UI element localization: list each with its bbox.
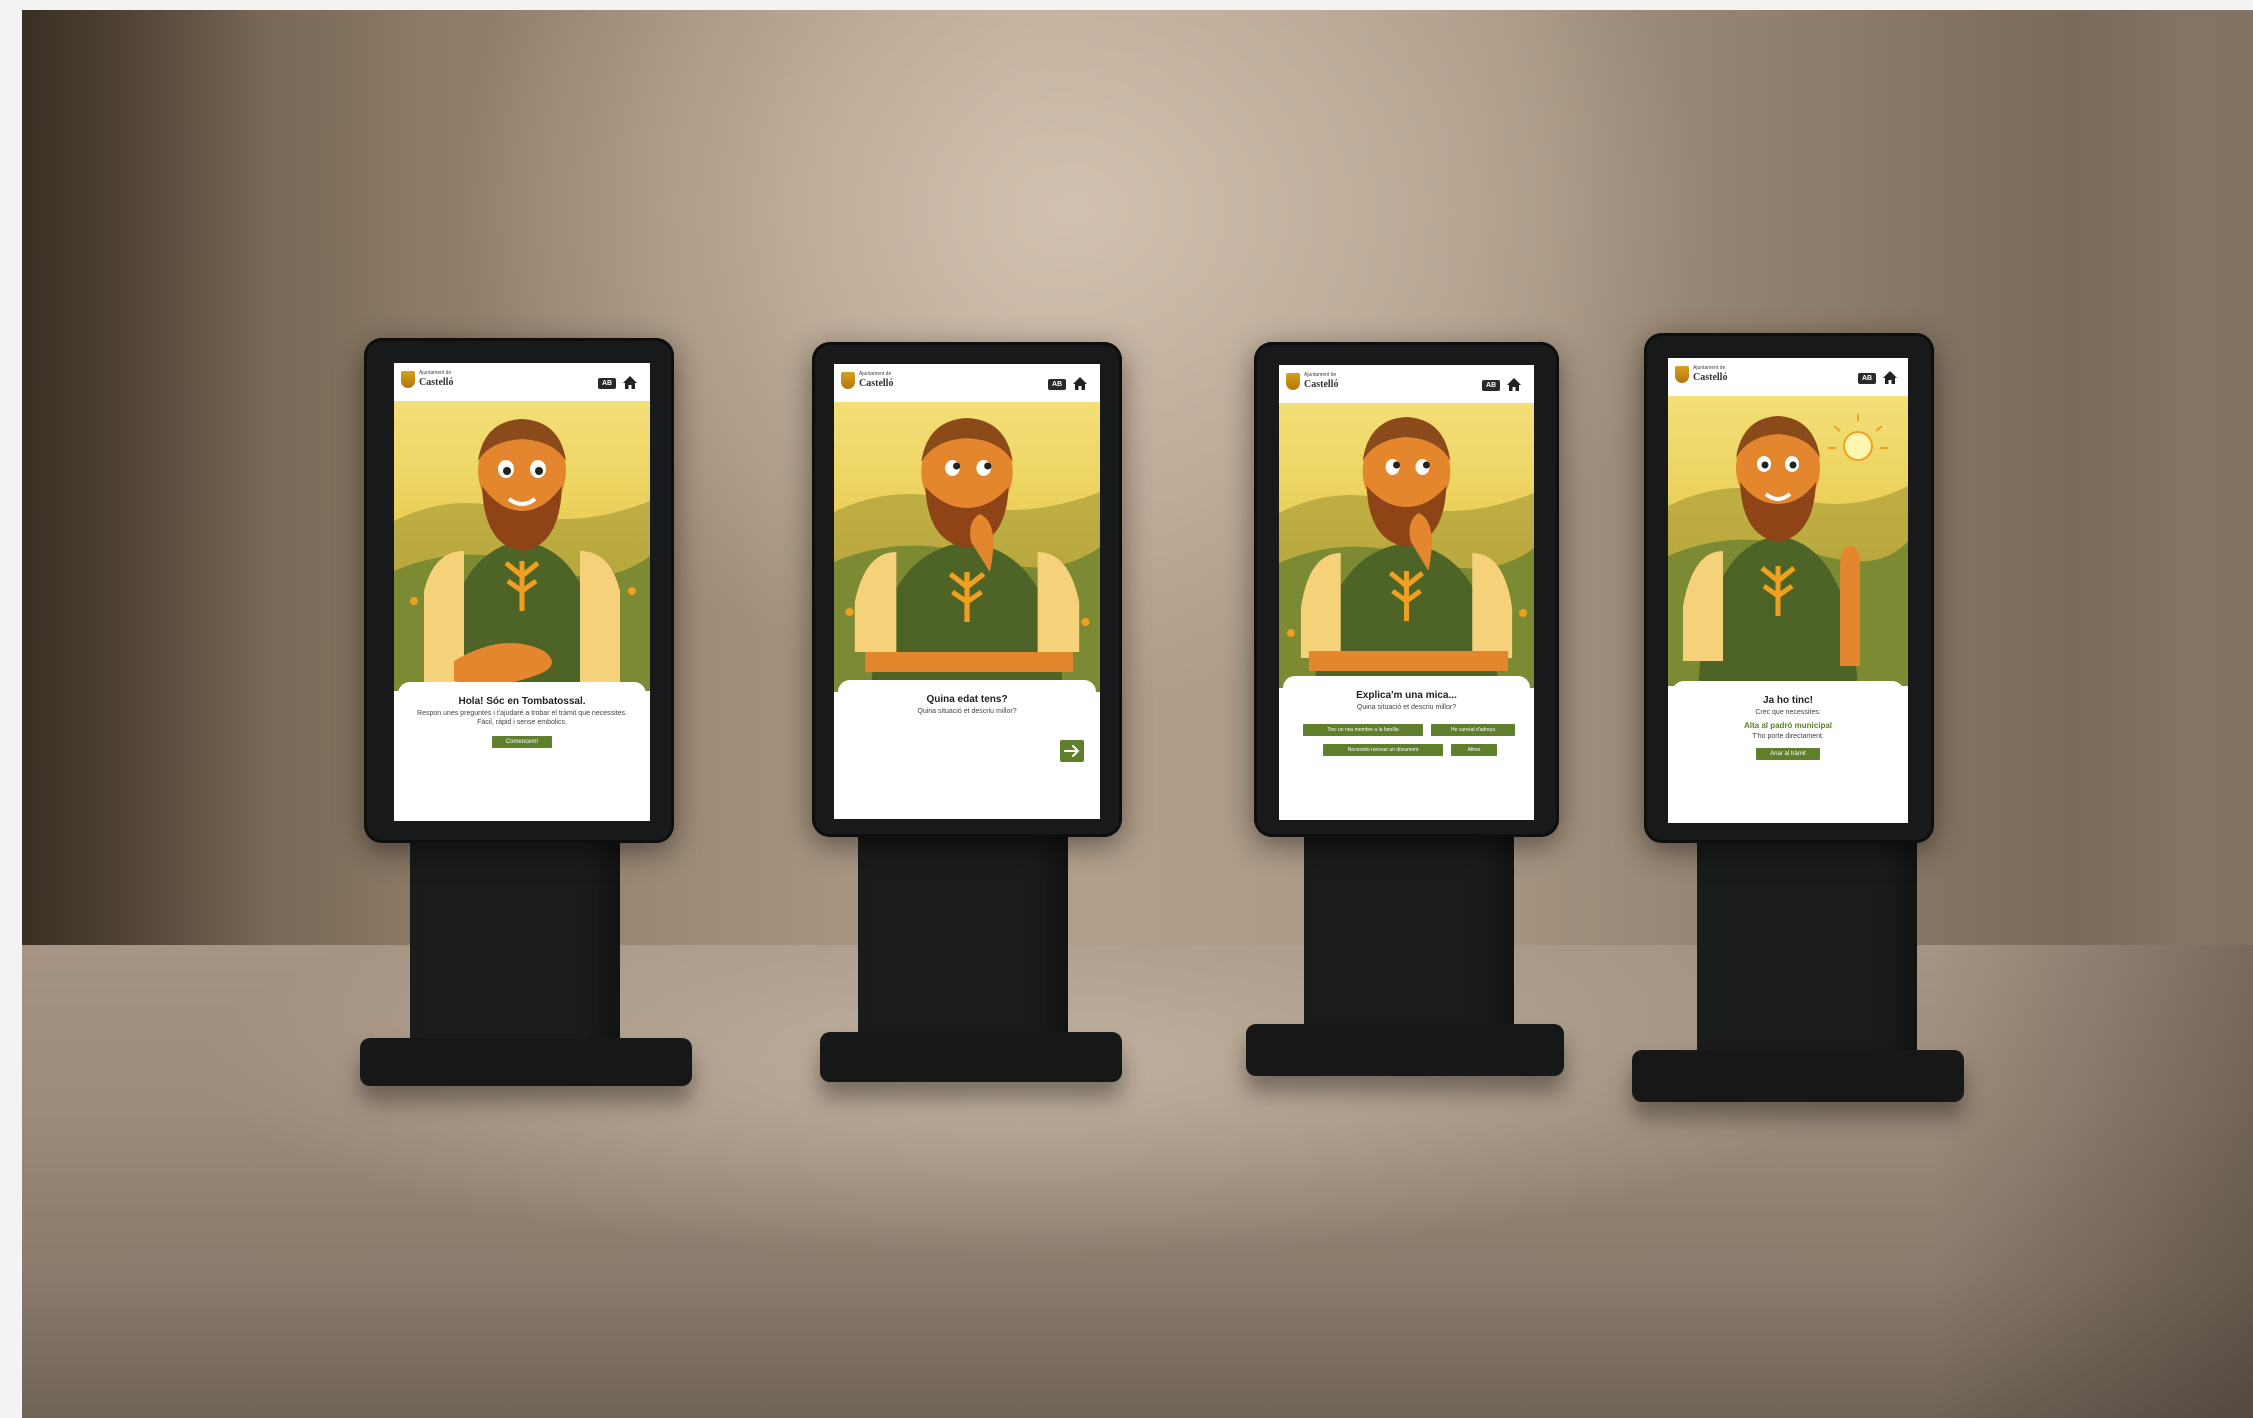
dialog-note: T'ho porte directament. [1752, 732, 1824, 740]
kiosk-frame: Ajuntament de Castelló AB [1644, 333, 1934, 843]
character-illustration [1279, 403, 1534, 688]
dialog-card: Quina edat tens? Quina situació et descr… [838, 680, 1096, 815]
kiosk-screen: Ajuntament de Castelló AB [834, 364, 1100, 819]
language-icon[interactable]: AB [598, 378, 616, 389]
brand-name: Castelló [859, 378, 894, 389]
character-illustration [834, 402, 1100, 692]
kiosk-4: Ajuntament de Castelló AB Ja ho tinc! Cr… [1632, 328, 1992, 1128]
language-icon[interactable]: AB [1482, 380, 1500, 391]
screen-header: Ajuntament de Castelló AB [394, 363, 650, 401]
recommended-procedure: Alta al padró municipal [1743, 720, 1832, 730]
home-icon[interactable] [1506, 377, 1522, 392]
option-other[interactable]: Altres [1451, 744, 1497, 756]
home-icon[interactable] [622, 375, 638, 390]
city-crest-icon [1286, 373, 1300, 390]
brand-name: Castelló [419, 377, 454, 388]
option-address-change[interactable]: He canviat d'adreça [1431, 724, 1515, 736]
dialog-title: Ja ho tinc! [1762, 695, 1813, 706]
home-icon[interactable] [1072, 376, 1088, 391]
kiosk-base [820, 1032, 1122, 1082]
brand-name: Castelló [1693, 372, 1728, 383]
brand-small: Ajuntament de [419, 370, 452, 376]
kiosk-base [360, 1038, 692, 1086]
dialog-subtitle: Quina situació et descriu millor? [1356, 704, 1457, 711]
city-crest-icon [841, 372, 855, 389]
kiosk-frame: Ajuntament de Castelló AB [1254, 342, 1559, 837]
kiosk-screen: Ajuntament de Castelló AB [394, 363, 650, 821]
start-button[interactable]: Comencem! [491, 735, 553, 748]
dialog-title: Quina edat tens? [926, 694, 1008, 705]
dialog-card: Ja ho tinc! Crec que necessites: Alta al… [1672, 681, 1904, 819]
home-icon[interactable] [1882, 370, 1898, 385]
dialog-subtitle: Respon unes preguntes i t'ajudaré a trob… [417, 710, 627, 726]
brand-small: Ajuntament de [859, 371, 892, 377]
showroom-background: Ajuntament de Castelló AB Hola! Sóc en T… [22, 10, 2253, 1418]
screen-header: Ajuntament de Castelló AB [1279, 365, 1534, 403]
dialog-card: Explica'm una mica... Quina situació et … [1283, 676, 1530, 816]
screen-header: Ajuntament de Castelló AB [1668, 358, 1908, 396]
brand-small: Ajuntament de [1304, 372, 1337, 378]
dialog-title: Explica'm una mica... [1356, 690, 1457, 701]
option-renew-document[interactable]: Necessito renovar un document [1323, 744, 1443, 756]
brand-small: Ajuntament de [1693, 365, 1726, 371]
brand-name: Castelló [1304, 379, 1339, 390]
language-icon[interactable]: AB [1858, 373, 1876, 384]
kiosk-frame: Ajuntament de Castelló AB [812, 342, 1122, 837]
dialog-subtitle: Quina situació et descriu millor? [917, 708, 1017, 715]
option-new-family-member[interactable]: Tinc un nou membre a la família [1303, 724, 1423, 736]
city-crest-icon [401, 371, 415, 388]
go-to-procedure-button[interactable]: Anar al tràmit [1756, 747, 1820, 760]
kiosk-1: Ajuntament de Castelló AB Hola! Sóc en T… [342, 328, 702, 1108]
kiosk-3: Ajuntament de Castelló AB Explica'm una … [1232, 332, 1572, 1102]
kiosk-screen: Ajuntament de Castelló AB [1668, 358, 1908, 823]
character-illustration [1668, 396, 1908, 686]
right-wall-corner [2183, 10, 2253, 945]
next-button[interactable] [1060, 740, 1084, 762]
language-icon[interactable]: AB [1048, 379, 1066, 390]
kiosk-base [1246, 1024, 1564, 1076]
kiosk-frame: Ajuntament de Castelló AB [364, 338, 674, 843]
city-crest-icon [1675, 366, 1689, 383]
character-illustration [394, 401, 650, 691]
kiosk-screen: Ajuntament de Castelló AB [1279, 365, 1534, 820]
dialog-subtitle: Crec que necessites: [1755, 709, 1821, 716]
kiosk-base [1632, 1050, 1964, 1102]
dialog-title: Hola! Sóc en Tombatossal. [458, 696, 586, 707]
screen-header: Ajuntament de Castelló AB [834, 364, 1100, 402]
kiosk-2: Ajuntament de Castelló AB Quina edat ten… [790, 332, 1130, 1102]
dialog-card: Hola! Sóc en Tombatossal. Respon unes pr… [398, 682, 646, 817]
arrow-right-icon [1064, 745, 1080, 757]
